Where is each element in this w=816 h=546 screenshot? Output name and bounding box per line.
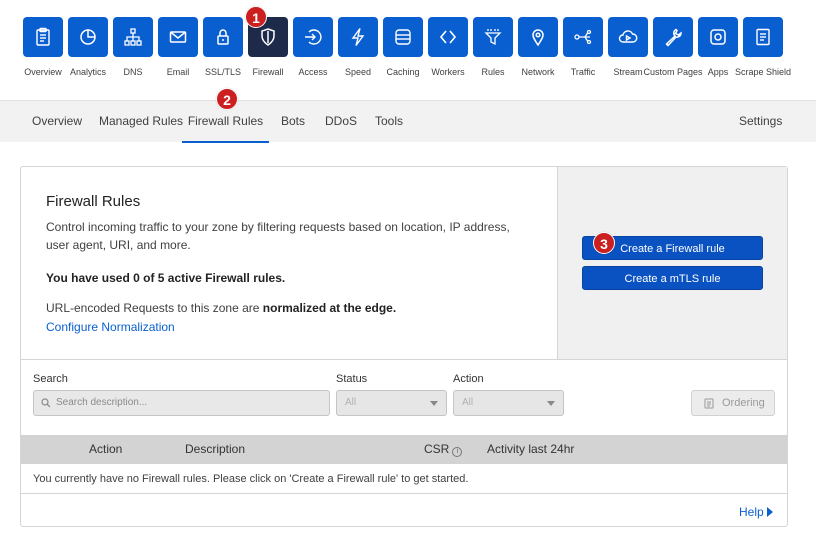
rules-table-header: Action Description CSR i Activity last 24… bbox=[21, 435, 787, 464]
column-activity: Activity last 24hr bbox=[487, 442, 575, 456]
status-select[interactable]: All bbox=[336, 390, 447, 416]
shield-icon bbox=[261, 28, 275, 46]
funnel-icon bbox=[484, 29, 502, 46]
actions-panel: Create a Firewall rule Create a mTLS rul… bbox=[558, 167, 787, 359]
document-icon bbox=[756, 28, 770, 46]
lightning-icon bbox=[351, 28, 365, 46]
tab-ddos[interactable]: DDoS bbox=[325, 101, 357, 143]
column-csr-label: CSR bbox=[424, 442, 450, 456]
firewall-rules-card: Firewall Rules Control incoming traffic … bbox=[20, 166, 788, 527]
wrench-icon bbox=[665, 28, 682, 47]
tab-tools[interactable]: Tools bbox=[375, 101, 403, 143]
action-select[interactable]: All bbox=[453, 390, 564, 416]
app-label: Scrape Shield bbox=[734, 67, 792, 77]
status-value: All bbox=[345, 397, 357, 408]
help-label: Help bbox=[739, 505, 764, 519]
app-box-icon bbox=[710, 29, 726, 45]
search-icon bbox=[41, 398, 51, 408]
step-marker-2: 2 bbox=[216, 88, 238, 110]
share-route-icon bbox=[574, 29, 592, 45]
create-mtls-rule-button[interactable]: Create a mTLS rule bbox=[582, 266, 763, 290]
step-marker-1: 1 bbox=[245, 6, 267, 28]
tab-label: Bots bbox=[281, 114, 306, 128]
tab-bots[interactable]: Bots bbox=[281, 101, 305, 143]
caret-right-icon bbox=[766, 507, 773, 517]
intro-panel: Firewall Rules Control incoming traffic … bbox=[21, 167, 558, 359]
tab-managed-rules[interactable]: Managed Rules bbox=[99, 101, 183, 143]
ordering-label: Ordering bbox=[722, 397, 765, 409]
chevron-down-icon bbox=[430, 401, 438, 406]
step-marker-3: 3 bbox=[593, 232, 615, 254]
help-link[interactable]: Help bbox=[739, 505, 773, 519]
cloud-play-icon bbox=[618, 30, 638, 43]
app-navigation-bar: Overview Analytics DNS Email SSL/TLS Fir… bbox=[0, 0, 816, 100]
status-label: Status bbox=[336, 373, 368, 385]
search-placeholder: Search description... bbox=[56, 397, 148, 408]
envelope-icon bbox=[169, 31, 187, 43]
network-tree-icon bbox=[124, 28, 142, 46]
tab-overview[interactable]: Overview bbox=[32, 101, 82, 143]
search-label: Search bbox=[33, 373, 68, 385]
page-title: Firewall Rules bbox=[46, 193, 141, 210]
ordering-button[interactable]: Ordering bbox=[691, 390, 775, 416]
divider bbox=[21, 493, 787, 494]
clipboard-icon bbox=[36, 27, 50, 46]
access-arrow-icon bbox=[305, 29, 322, 45]
tab-settings[interactable]: Settings bbox=[739, 101, 782, 143]
map-pin-icon bbox=[532, 29, 544, 47]
divider bbox=[21, 359, 787, 360]
column-description: Description bbox=[185, 442, 246, 456]
column-action: Action bbox=[89, 442, 123, 456]
intro-description: Control incoming traffic to your zone by… bbox=[46, 220, 510, 252]
code-brackets-icon bbox=[439, 30, 457, 44]
tab-label: Overview bbox=[32, 114, 83, 128]
ordering-list-icon bbox=[704, 398, 714, 409]
normalization-note: URL-encoded Requests to this zone are no… bbox=[46, 301, 396, 315]
tab-label: Settings bbox=[739, 114, 783, 128]
configure-normalization-link[interactable]: Configure Normalization bbox=[46, 320, 175, 334]
chevron-down-icon bbox=[547, 401, 555, 406]
tab-label: Managed Rules bbox=[99, 114, 184, 128]
firewall-subnav: Overview Managed Rules Firewall Rules Bo… bbox=[0, 100, 816, 143]
tab-label: DDoS bbox=[325, 114, 358, 128]
tab-label: Tools bbox=[375, 114, 404, 128]
normalization-note-bold: normalized at the edge. bbox=[262, 301, 397, 315]
server-stack-icon bbox=[395, 29, 411, 45]
column-csr: CSR i bbox=[424, 435, 463, 464]
search-input[interactable]: Search description... bbox=[33, 390, 330, 416]
pie-chart-icon bbox=[80, 29, 96, 45]
action-value: All bbox=[462, 397, 474, 408]
info-icon[interactable]: i bbox=[452, 447, 463, 457]
normalization-note-text: URL-encoded Requests to this zone are bbox=[46, 301, 263, 315]
lock-icon bbox=[217, 29, 229, 45]
action-label: Action bbox=[453, 373, 484, 385]
empty-state-message: You currently have no Firewall rules. Pl… bbox=[33, 473, 469, 485]
usage-summary: You have used 0 of 5 active Firewall rul… bbox=[46, 271, 286, 285]
